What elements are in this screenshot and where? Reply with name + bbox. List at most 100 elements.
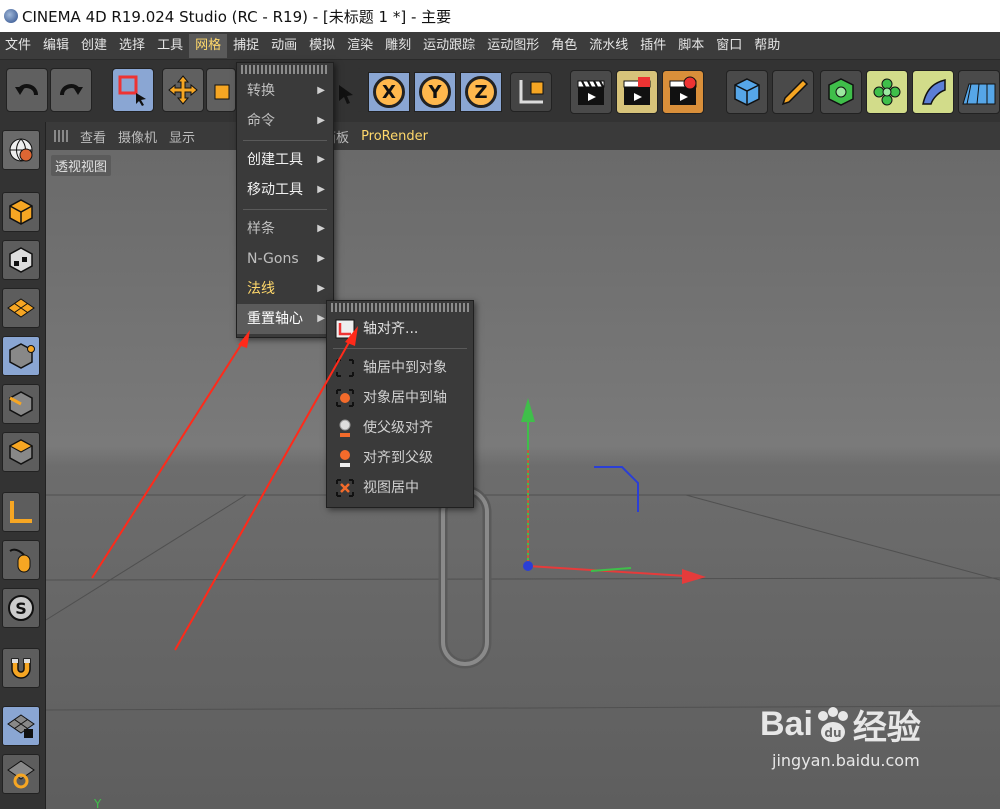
floor-object-button[interactable] [958,70,1000,114]
tweak-mode-button[interactable] [2,540,40,580]
menu-pipeline[interactable]: 流水线 [583,34,634,58]
solo-s-icon: S [8,595,34,621]
menu-separator [243,209,327,210]
svg-text:du: du [824,726,841,740]
align-parent-icon [339,419,351,437]
menu-tearoff-grip[interactable] [241,65,329,74]
menu-item-move-tools[interactable]: 移动工具 ▶ [237,175,333,205]
menu-simulate[interactable]: 模拟 [303,34,341,58]
model-mode-button[interactable] [2,192,40,232]
menu-select[interactable]: 选择 [113,34,151,58]
menu-item-create-tools[interactable]: 创建工具 ▶ [237,145,333,175]
menu-file[interactable]: 文件 [0,34,37,58]
menu-item-commands[interactable]: 命令 ▶ [237,106,333,136]
menu-snap[interactable]: 捕捉 [227,34,265,58]
clapperboard-render-icon [623,77,651,105]
snap-button[interactable] [2,648,40,688]
edges-mode-button[interactable] [2,384,40,424]
magnet-icon [11,658,31,679]
floor-grid-lines [46,494,1000,711]
submenu-item-axis-align[interactable]: 轴对齐... [327,314,473,344]
texture-mode-button[interactable] [2,240,40,280]
menu-item-reset-axis[interactable]: 重置轴心 ▶ [237,304,333,334]
watermark-brand-suffix: 经验 [852,709,921,747]
array-cloner-button[interactable] [866,70,908,114]
render-to-picture-viewer-button[interactable] [616,70,658,114]
submenu-item-align-to-parent[interactable]: 使父级对齐 [327,413,473,443]
workplane-mode-button[interactable] [2,288,40,328]
menu-window[interactable]: 窗口 [710,34,748,58]
viewport-menu-view[interactable]: 查看 [80,127,106,146]
layout-switcher-button[interactable] [2,130,40,170]
clapperboard-gear-icon [669,76,697,105]
live-selection-button[interactable] [112,68,154,112]
subdivision-surface-button[interactable] [820,70,862,114]
menu-animate[interactable]: 动画 [265,34,303,58]
viewport-menu-display[interactable]: 显示 [169,127,195,146]
menu-mograph[interactable]: 运动图形 [481,34,545,58]
submenu-arrow-icon: ▶ [317,313,325,324]
solo-button[interactable]: S [2,588,40,628]
z-axis-dot-icon [523,561,533,571]
points-mode-button[interactable] [2,336,40,376]
enable-axis-button[interactable] [2,492,40,532]
menu-tools[interactable]: 工具 [151,34,189,58]
submenu-item-center-axis-to-object[interactable]: 轴居中到对象 [327,353,473,383]
model-cube-icon [9,199,33,225]
checker-cube-icon [9,247,33,273]
coordinate-system-button[interactable] [510,72,552,112]
menu-item-ngons[interactable]: N-Gons ▶ [237,244,333,274]
redo-button[interactable] [50,68,92,112]
menu-script[interactable]: 脚本 [672,34,710,58]
render-settings-button[interactable] [662,70,704,114]
move-tool-button[interactable] [162,68,204,112]
submenu-item-center-view[interactable]: 视图居中 [327,473,473,503]
menu-edit[interactable]: 编辑 [37,34,75,58]
polygons-mode-button[interactable] [2,432,40,472]
menu-sculpt[interactable]: 雕刻 [379,34,417,58]
menu-character[interactable]: 角色 [545,34,583,58]
viewport-menu-prorender[interactable]: ProRender [361,129,428,144]
pen-spline-button[interactable] [772,70,814,114]
window-title: CINEMA 4D R19.024 Studio (RC - R19) - [未… [22,7,452,26]
rotate-tool-button[interactable] [332,68,362,112]
submenu-item-align-with-parent[interactable]: 对齐到父级 [327,443,473,473]
menu-plugins[interactable]: 插件 [634,34,672,58]
submenu-item-center-object-to-axis[interactable]: 对象居中到轴 [327,383,473,413]
workplane-align-button[interactable] [2,754,40,794]
undo-icon [15,84,38,96]
y-axis-lock-button[interactable]: Y [414,72,456,112]
cube-object-button[interactable] [726,70,768,114]
main-toolbar: X Y Z [0,60,1000,122]
baidu-paw-icon: du [817,706,848,742]
submenu-tearoff-grip[interactable] [331,303,469,312]
z-axis-lock-button[interactable]: Z [460,72,502,112]
viewport-menu-cameras[interactable]: 摄像机 [118,127,157,146]
pen-nib-icon [781,78,809,106]
menu-help[interactable]: 帮助 [748,34,786,58]
polygons-cube-icon [8,439,34,465]
menu-motion-tracking[interactable]: 运动跟踪 [417,34,481,58]
bend-icon [922,79,946,105]
reset-axis-submenu: 轴对齐... 轴居中到对象 对象居中到轴 使父级对齐 对齐到父级 视图居中 [326,300,474,508]
undo-button[interactable] [6,68,48,112]
workplane-lock-button[interactable] [2,706,40,746]
z-axis-label: Z [465,76,497,108]
render-view-button[interactable] [570,70,612,114]
menu-item-spline[interactable]: 样条 ▶ [237,214,333,244]
menu-render[interactable]: 渲染 [341,34,379,58]
globe-icon [9,138,33,162]
x-axis-lock-button[interactable]: X [368,72,410,112]
center-axis-icon [336,359,354,377]
menu-mesh[interactable]: 网格 [189,33,228,58]
submenu-arrow-icon: ▶ [317,283,325,294]
menu-item-normals[interactable]: 法线 ▶ [237,274,333,304]
bend-deformer-button[interactable] [912,70,954,114]
menu-item-convert[interactable]: 转换 ▶ [237,76,333,106]
viewport-grip-handle[interactable] [54,130,68,142]
window-titlebar: CINEMA 4D R19.024 Studio (RC - R19) - [未… [0,0,1000,32]
scale-tool-button[interactable] [206,68,236,112]
menu-create[interactable]: 创建 [75,34,113,58]
submenu-arrow-icon: ▶ [317,253,325,264]
left-tool-palette: S [0,122,46,809]
